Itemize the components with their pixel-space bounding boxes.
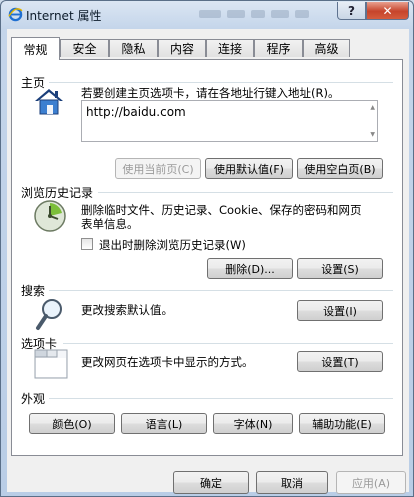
- window-title: Internet 属性: [26, 9, 102, 23]
- homepage-description: 若要创建主页选项卡，请在各地址行键入地址(R)。: [81, 86, 340, 100]
- ok-button[interactable]: 确定: [173, 471, 249, 494]
- apply-button[interactable]: 应用(A): [336, 471, 406, 494]
- tab-label: 安全: [72, 42, 97, 56]
- title-bar[interactable]: Internet 属性 ? ✕: [1, 1, 413, 29]
- delete-history-button[interactable]: 删除(D)...: [207, 258, 293, 279]
- scroll-up-icon[interactable]: ▲: [370, 104, 375, 111]
- button-label: 取消: [281, 476, 303, 490]
- tab-content[interactable]: 内容: [158, 39, 206, 57]
- search-settings-button[interactable]: 设置(I): [297, 300, 383, 321]
- button-label: 颜色(O): [52, 417, 92, 431]
- separator: [49, 290, 393, 291]
- tab-security[interactable]: 安全: [60, 39, 109, 57]
- homepage-address-value: http://baidu.com: [86, 105, 186, 119]
- dialog-client-area: 常规 安全 隐私 内容 连接 程序 高级 主页 若要创建主页选项卡，请在各地址行…: [7, 29, 409, 494]
- tabs-section-description: 更改网页在选项卡中显示的方式。: [81, 355, 254, 369]
- blurred-background: [251, 10, 265, 18]
- tab-privacy[interactable]: 隐私: [109, 39, 158, 57]
- history-settings-button[interactable]: 设置(S): [297, 258, 383, 279]
- history-description-line2: 表单信息。: [81, 217, 139, 231]
- use-blank-button[interactable]: 使用空白页(B): [297, 158, 383, 179]
- button-label: 语言(L): [145, 417, 183, 431]
- tab-label: 连接: [217, 42, 242, 56]
- tab-connections[interactable]: 连接: [206, 39, 254, 57]
- search-description: 更改搜索默认值。: [81, 303, 173, 317]
- button-label: 确定: [200, 476, 222, 490]
- blurred-background: [295, 10, 309, 18]
- blurred-background: [199, 10, 221, 18]
- tab-advanced[interactable]: 高级: [303, 39, 350, 57]
- button-label: 设置(S): [321, 262, 359, 276]
- tab-label: 程序: [266, 42, 291, 56]
- colors-button[interactable]: 颜色(O): [29, 413, 115, 434]
- button-label: 删除(D)...: [225, 262, 275, 276]
- tab-label: 常规: [23, 42, 48, 57]
- delete-on-exit-checkbox[interactable]: [81, 238, 93, 250]
- help-icon: ?: [348, 3, 355, 18]
- separator: [49, 82, 393, 83]
- appearance-title: 外观: [21, 392, 46, 406]
- accessibility-button[interactable]: 辅助功能(E): [299, 413, 385, 434]
- use-default-button[interactable]: 使用默认值(F): [205, 158, 293, 179]
- history-clock-icon: [34, 200, 66, 232]
- separator: [98, 192, 393, 193]
- blurred-background: [227, 10, 245, 18]
- tabs-settings-button[interactable]: 设置(T): [297, 351, 383, 372]
- button-label: 使用空白页(B): [304, 162, 376, 176]
- cancel-button[interactable]: 取消: [256, 471, 328, 494]
- separator: [49, 398, 393, 399]
- help-button[interactable]: ?: [337, 2, 366, 20]
- separator: [63, 343, 393, 344]
- internet-explorer-icon: [8, 7, 23, 22]
- blurred-background: [271, 10, 289, 18]
- tab-label: 内容: [169, 42, 194, 56]
- magnifier-icon: [36, 299, 62, 330]
- tab-label: 高级: [314, 42, 339, 56]
- tab-label: 隐私: [121, 42, 146, 56]
- scroll-down-icon[interactable]: ▼: [370, 131, 375, 138]
- history-description-line1: 删除临时文件、历史记录、Cookie、保存的密码和网页: [81, 203, 362, 217]
- button-label: 设置(T): [321, 355, 359, 369]
- button-label: 使用当前页(C): [122, 162, 194, 176]
- fonts-button[interactable]: 字体(N): [213, 413, 293, 434]
- tab-general[interactable]: 常规: [11, 37, 60, 60]
- languages-button[interactable]: 语言(L): [121, 413, 207, 434]
- dialog-window: Internet 属性 ? ✕ 常规 安全 隐私 内容 连接 程序 高级 主页 …: [0, 0, 414, 497]
- delete-on-exit-label[interactable]: 退出时删除浏览历史记录(W): [99, 237, 246, 253]
- tabs-window-icon: [34, 349, 68, 379]
- homepage-address-field[interactable]: http://baidu.com ▲ ▼: [81, 100, 378, 142]
- home-icon: [35, 89, 63, 115]
- button-label: 辅助功能(E): [312, 417, 372, 431]
- use-current-button[interactable]: 使用当前页(C): [115, 158, 201, 179]
- button-label: 使用默认值(F): [214, 162, 284, 176]
- button-label: 应用(A): [351, 476, 391, 490]
- tab-programs[interactable]: 程序: [254, 39, 303, 57]
- close-icon: ✕: [382, 3, 393, 18]
- close-button[interactable]: ✕: [366, 2, 409, 20]
- button-label: 字体(N): [233, 417, 273, 431]
- button-label: 设置(I): [323, 304, 357, 318]
